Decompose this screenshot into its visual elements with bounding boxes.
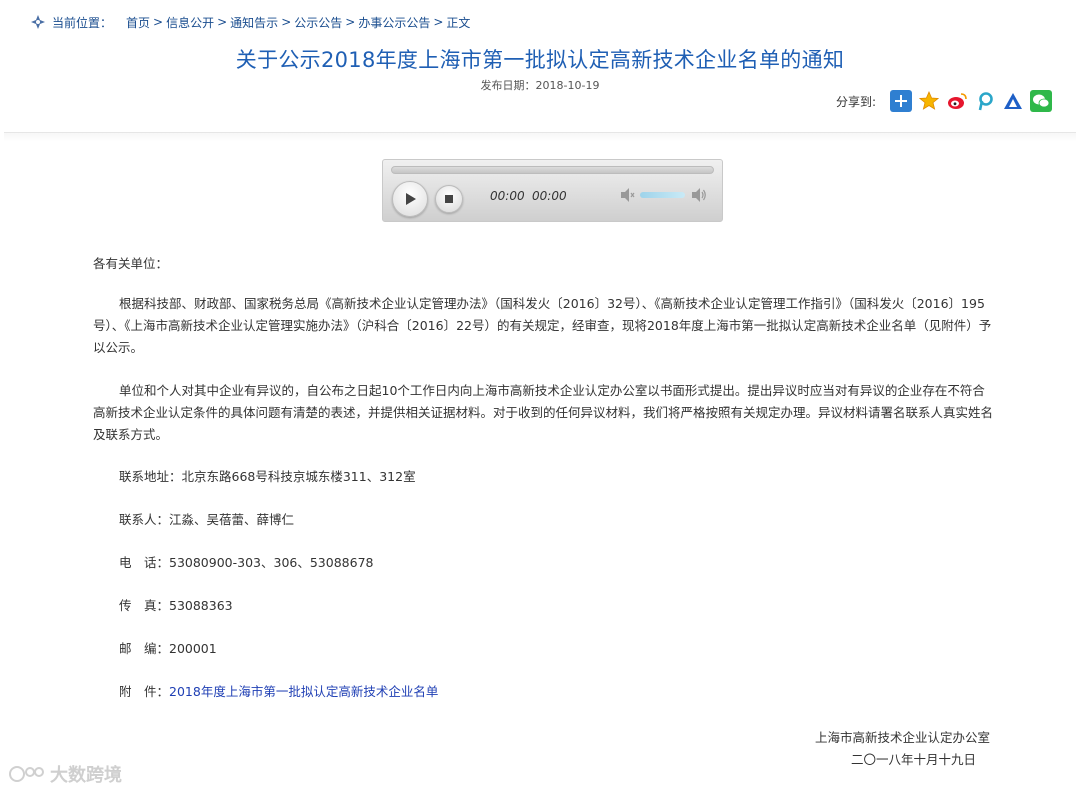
pinterest-icon[interactable] bbox=[974, 90, 996, 112]
breadcrumb-separator: > bbox=[153, 15, 164, 29]
breadcrumb-current[interactable]: 正文 bbox=[446, 14, 470, 31]
header-divider bbox=[4, 132, 1076, 142]
breadcrumb-separator: > bbox=[345, 15, 356, 29]
audio-player: 00:00 00:00 bbox=[382, 159, 723, 222]
breadcrumb: 当前位置： 首页 > 信息公开 > 通知告示 > 公示公告 > 办事公示公告 >… bbox=[30, 12, 470, 32]
watermark-logo-icon bbox=[8, 763, 46, 785]
watermark: 大数跨境 bbox=[8, 762, 122, 786]
paragraph-2: 单位和个人对其中企业有异议的，自公布之日起10个工作日内向上海市高新技术企业认定… bbox=[93, 383, 994, 442]
attachment-label: 附 件： bbox=[119, 684, 170, 699]
paragraph-1: 根据科技部、财政部、国家税务总局《高新技术企业认定管理办法》（国科发火〔2016… bbox=[93, 296, 992, 355]
progress-track[interactable] bbox=[391, 166, 714, 174]
contact-person: 联系人：江淼、吴蓓蕾、薛博仁 bbox=[119, 512, 295, 527]
salutation: 各有关单位： bbox=[93, 256, 169, 271]
share-bar: 分享到: bbox=[836, 90, 1052, 112]
weibo-icon[interactable] bbox=[946, 90, 968, 112]
attachment-row: 附 件：2018年度上海市第一批拟认定高新技术企业名单 bbox=[119, 682, 438, 702]
breadcrumb-separator: > bbox=[217, 15, 228, 29]
breadcrumb-service-announcements[interactable]: 办事公示公告 bbox=[358, 14, 430, 31]
play-icon bbox=[406, 193, 416, 205]
breadcrumb-separator: > bbox=[433, 15, 444, 29]
volume-mute-icon[interactable] bbox=[620, 187, 636, 203]
baidu-icon[interactable] bbox=[1002, 90, 1024, 112]
breadcrumb-notices[interactable]: 通知告示 bbox=[230, 14, 278, 31]
signature-org: 上海市高新技术企业认定办公室 bbox=[814, 730, 990, 745]
location-icon bbox=[30, 14, 46, 30]
volume-max-icon[interactable] bbox=[691, 187, 707, 203]
signature-date: 二〇一八年十月十九日 bbox=[850, 752, 976, 767]
breadcrumb-home[interactable]: 首页 bbox=[126, 14, 150, 31]
current-time: 00:00 bbox=[490, 189, 525, 203]
stop-icon bbox=[445, 195, 453, 203]
attachment-link[interactable]: 2018年度上海市第一批拟认定高新技术企业名单 bbox=[169, 684, 438, 699]
wechat-icon[interactable] bbox=[1030, 90, 1052, 112]
duration: 00:00 bbox=[532, 189, 567, 203]
play-button[interactable] bbox=[392, 181, 428, 217]
contact-address: 联系地址：北京东路668号科技京城东楼311、312室 bbox=[119, 469, 416, 484]
stop-button[interactable] bbox=[435, 185, 463, 213]
page-title: 关于公示2018年度上海市第一批拟认定高新技术企业名单的通知 bbox=[235, 48, 845, 72]
volume-slider[interactable] bbox=[640, 192, 685, 198]
share-label: 分享到: bbox=[835, 94, 876, 109]
breadcrumb-label: 当前位置： bbox=[52, 15, 113, 30]
more-plus-icon[interactable] bbox=[890, 90, 912, 112]
contact-fax: 传 真：53088363 bbox=[119, 598, 233, 613]
breadcrumb-info-disclosure[interactable]: 信息公开 bbox=[166, 14, 214, 31]
contact-zip: 邮 编：200001 bbox=[119, 641, 217, 656]
watermark-text: 大数跨境 bbox=[50, 765, 122, 786]
breadcrumb-public-announcements[interactable]: 公示公告 bbox=[294, 14, 342, 31]
favorite-star-icon[interactable] bbox=[918, 90, 940, 112]
breadcrumb-separator: > bbox=[281, 15, 292, 29]
contact-phone: 电 话：53080900-303、306、53088678 bbox=[119, 555, 374, 570]
